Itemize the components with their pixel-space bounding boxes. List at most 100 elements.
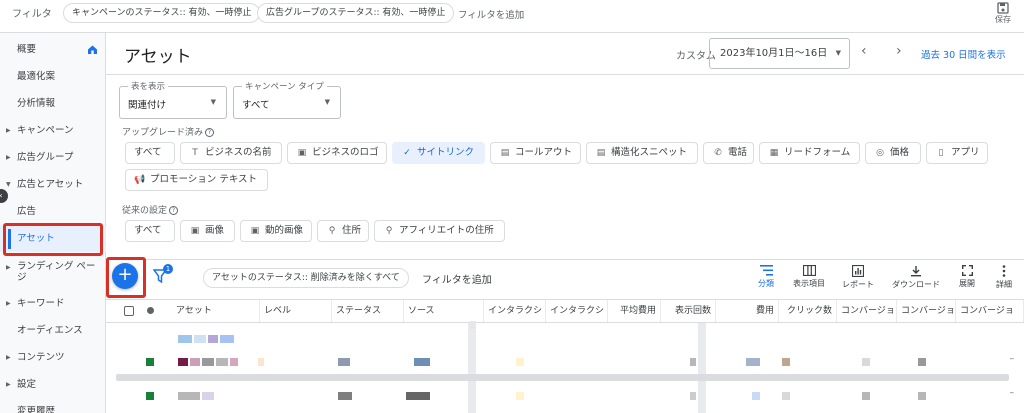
next-period-button[interactable]: › <box>896 43 902 59</box>
col-interaction-rate[interactable]: インタラクシ <box>546 300 608 322</box>
obscured-cell <box>690 392 696 400</box>
chip-structured-snippet[interactable]: ▤ 構造化スニペット <box>586 142 698 164</box>
view-table-value: 関連付け <box>128 100 167 111</box>
obscured-cell <box>918 358 926 366</box>
reports-label: レポート <box>842 280 874 289</box>
sidebar-item-audiences[interactable]: オーディエンス <box>0 318 106 344</box>
prev-period-button[interactable]: ‹ <box>861 43 867 59</box>
chip-address[interactable]: ⚲ 住所 <box>317 220 369 242</box>
col-conversions-3[interactable]: コンバージョ <box>956 300 1024 322</box>
col-conversions-2[interactable]: コンバージョ <box>897 300 956 322</box>
col-level[interactable]: レベル <box>260 300 332 322</box>
chip-business-name[interactable]: T ビジネスの名前 <box>180 142 282 164</box>
obscured-cell <box>178 392 200 400</box>
check-icon: ✓ <box>403 148 411 158</box>
sidebar-item-campaigns[interactable]: ▶ キャンペーン <box>0 118 106 144</box>
columns-button[interactable]: 表示項目 <box>781 265 837 289</box>
col-interactions[interactable]: インタラクシ <box>484 300 546 322</box>
reports-button[interactable]: レポート <box>830 265 886 290</box>
chip-label: すべて <box>134 225 162 236</box>
select-all-checkbox[interactable] <box>124 306 134 316</box>
expand-arrow-icon: ▶ <box>6 154 11 161</box>
campaign-type-select[interactable]: キャンペーン タイプ すべて ▼ <box>233 80 341 119</box>
chip-app[interactable]: ▯ アプリ <box>926 142 988 164</box>
campaign-type-label: キャンペーン タイプ <box>242 80 327 92</box>
expand-arrow-icon: ▶ <box>6 264 11 271</box>
chip-dynamic-image[interactable]: ▣ 動的画像 <box>240 220 312 242</box>
sidebar-item-label: 設定 <box>17 379 37 390</box>
sidebar-item-change-history[interactable]: 変更履歴 <box>0 399 106 413</box>
sidebar-item-recommendations[interactable]: 最適化案 <box>0 64 106 90</box>
col-cost[interactable]: 費用 <box>716 300 779 322</box>
sidebar-item-ad-groups[interactable]: ▶ 広告グループ <box>0 145 106 171</box>
home-icon <box>88 45 97 54</box>
download-button[interactable]: ダウンロード <box>888 265 944 290</box>
page-header: アセット カスタム 2023年10月1日〜16日 ▼ ‹ › 過去 30 日間を… <box>106 33 1024 75</box>
chip-callout[interactable]: ▤ コールアウト <box>490 142 581 164</box>
chip-sitelink[interactable]: ✓ サイトリンク <box>392 142 485 164</box>
expand-arrow-icon: ▶ <box>6 354 11 361</box>
col-asset[interactable]: アセット <box>172 300 260 322</box>
more-button[interactable]: 詳細 <box>976 265 1024 290</box>
save-button[interactable]: 保存 <box>992 2 1014 25</box>
upgraded-label-text: アップグレード済み <box>122 128 204 138</box>
chip-phone[interactable]: ✆ 電話 <box>703 142 754 164</box>
chip-price[interactable]: ◎ 価格 <box>865 142 921 164</box>
past-30-days-link[interactable]: 過去 30 日間を表示 <box>921 47 1006 61</box>
chip-all-legacy[interactable]: すべて <box>125 220 175 242</box>
col-source[interactable]: ソース <box>404 300 484 322</box>
page-title: アセット <box>124 47 192 67</box>
download-label: ダウンロード <box>892 280 940 289</box>
chip-label: 動的画像 <box>265 225 304 236</box>
add-filter-link[interactable]: フィルタを追加 <box>458 7 524 21</box>
col-impressions[interactable]: 表示回数 <box>661 300 716 322</box>
table-row[interactable] <box>106 321 1024 351</box>
help-icon[interactable]: ? <box>169 206 179 215</box>
legacy-section-label: 従来の設定? <box>122 203 179 216</box>
col-status[interactable]: ステータス <box>332 300 404 322</box>
obscured-cell <box>178 358 188 366</box>
sidebar-item-label: 分析情報 <box>17 98 56 109</box>
chip-image[interactable]: ▣ 画像 <box>180 220 235 242</box>
sidebar-item-overview[interactable]: 概要 <box>0 37 106 63</box>
obscured-cell <box>194 335 206 343</box>
sidebar-item-keywords[interactable]: ▶ キーワード <box>0 291 106 317</box>
table-row[interactable]: – <box>106 385 1024 409</box>
chip-promotion-text[interactable]: 📢 プロモーション テキスト <box>125 169 268 191</box>
caret-down-icon: ▼ <box>210 98 216 106</box>
upgraded-section-label: アップグレード済み? <box>122 125 215 138</box>
sidebar-item-ads-and-assets[interactable]: ▼ 広告とアセット <box>0 172 106 198</box>
sidebar-item-content[interactable]: ▶ コンテンツ <box>0 345 106 371</box>
view-table-select[interactable]: 表を表示 関連付け ▼ <box>119 80 227 119</box>
chip-label: すべて <box>134 147 162 158</box>
chip-business-logo[interactable]: ▣ ビジネスのロゴ <box>287 142 387 164</box>
col-clicks[interactable]: クリック数 <box>779 300 837 322</box>
sidebar-item-landing-pages[interactable]: ▶ ランディング ページ <box>0 255 106 289</box>
asset-status-filter-chip[interactable]: アセットのステータス:: 削除済みを除くすべて <box>203 268 409 288</box>
sidebar-item-insights[interactable]: 分析情報 <box>0 91 106 117</box>
col-avg-cost[interactable]: 平均費用 <box>608 300 661 322</box>
horizontal-scrollbar[interactable] <box>116 374 1009 381</box>
table-row[interactable]: – <box>106 350 1024 374</box>
columns-label: 表示項目 <box>793 279 825 288</box>
campaign-status-filter-chip[interactable]: キャンペーンのステータス:: 有効、一時停止 <box>63 3 261 23</box>
expand-label: 展開 <box>959 279 975 288</box>
chip-label: サイトリンク <box>417 147 475 158</box>
image-icon: ▣ <box>190 226 200 236</box>
megaphone-icon: 📢 <box>134 175 146 185</box>
sidebar-item-label: キャンペーン <box>17 125 74 136</box>
obscured-cell <box>782 358 790 366</box>
add-filter-button[interactable]: フィルタを追加 <box>422 271 492 286</box>
chip-affiliate-address[interactable]: ⚲ アフィリエイトの住所 <box>374 220 505 242</box>
caret-down-icon: ▼ <box>324 98 330 106</box>
adgroup-status-filter-chip[interactable]: 広告グループのステータス:: 有効、一時停止 <box>257 3 455 23</box>
chip-lead-form[interactable]: ▦ リードフォーム <box>759 142 860 164</box>
date-range-picker[interactable]: 2023年10月1日〜16日 ▼ <box>709 38 850 69</box>
chip-label: リードフォーム <box>784 147 851 158</box>
sidebar-item-settings[interactable]: ▶ 設定 <box>0 372 106 398</box>
chip-all-upgraded[interactable]: すべて <box>125 142 175 164</box>
obscured-cell <box>230 358 238 366</box>
col-conversions-1[interactable]: コンバージョ <box>837 300 897 322</box>
sidebar-item-ads[interactable]: 広告 <box>0 199 106 225</box>
help-icon[interactable]: ? <box>205 128 215 137</box>
